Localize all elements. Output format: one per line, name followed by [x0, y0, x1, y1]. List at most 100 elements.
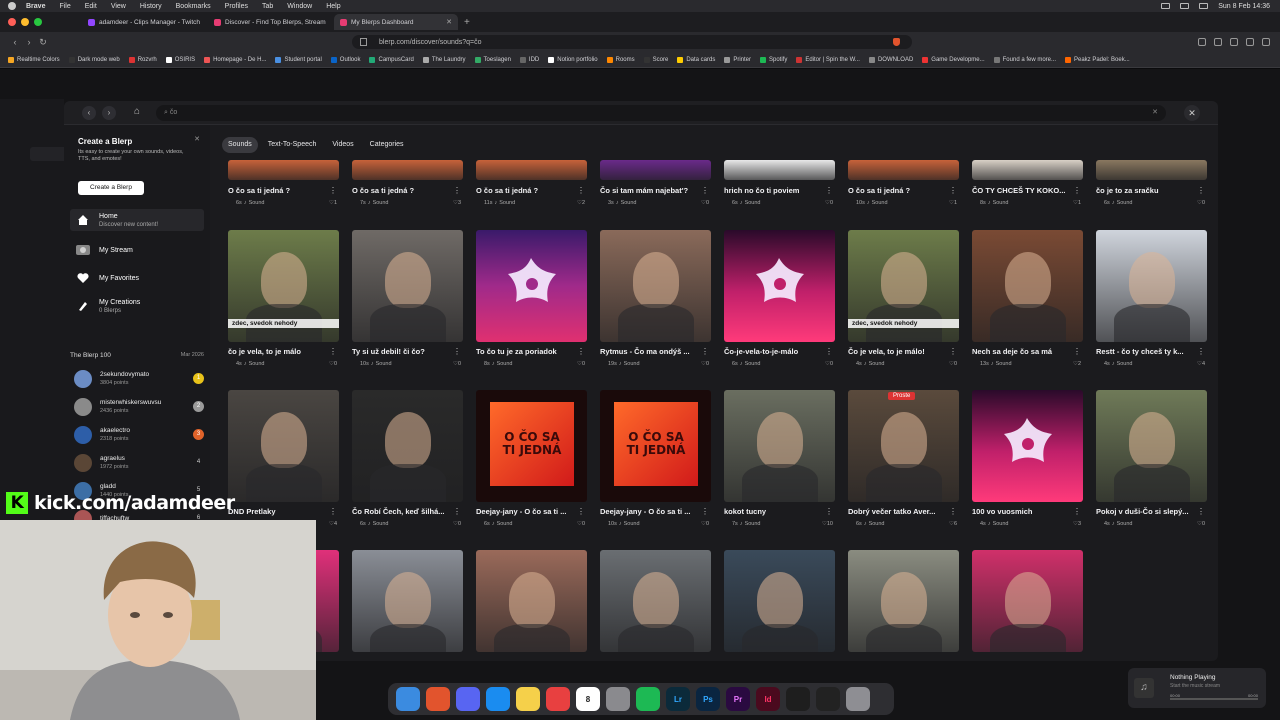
sound-title[interactable]: 100 vo vuosmich: [972, 507, 1074, 516]
obs-icon[interactable]: [816, 687, 840, 711]
discord-icon[interactable]: [456, 687, 480, 711]
tab-sounds[interactable]: Sounds: [222, 137, 258, 153]
sound-title[interactable]: Čo je vela, to je málo!: [848, 347, 950, 356]
sound-thumbnail[interactable]: [228, 160, 339, 180]
like-count[interactable]: ♡10: [822, 521, 833, 527]
create-blerp-button[interactable]: Create a Blerp: [78, 181, 144, 195]
more-options-icon[interactable]: ⋮: [577, 347, 585, 356]
sound-thumbnail[interactable]: [724, 390, 835, 502]
apple-icon[interactable]: [8, 2, 16, 10]
sound-title[interactable]: Dobrý večer tatko Aver...: [848, 507, 950, 516]
like-count[interactable]: ♡0: [701, 361, 709, 367]
like-count[interactable]: ♡0: [701, 200, 709, 206]
like-count[interactable]: ♡2: [577, 200, 585, 206]
new-tab-icon[interactable]: +: [464, 17, 470, 28]
more-options-icon[interactable]: ⋮: [1073, 507, 1081, 516]
bookmark-item[interactable]: IDD: [519, 56, 539, 63]
sound-thumbnail[interactable]: [476, 160, 587, 180]
menu-history[interactable]: History: [140, 3, 162, 10]
sound-title[interactable]: Restt - čo ty chceš ty k...: [1096, 347, 1198, 356]
bookmark-item[interactable]: Homepage - De H...: [204, 56, 266, 63]
leaderboard-row[interactable]: 2sekundovymato 3804 points 1: [74, 369, 206, 389]
calendar-red-icon[interactable]: [546, 687, 570, 711]
sound-thumbnail[interactable]: [352, 550, 463, 652]
bookmark-item[interactable]: The Laundry: [422, 56, 466, 63]
bookmark-item[interactable]: Outlook: [330, 56, 360, 63]
sound-thumbnail[interactable]: [972, 390, 1083, 502]
bookmark-icon[interactable]: [360, 38, 367, 46]
more-options-icon[interactable]: ⋮: [1073, 347, 1081, 356]
bookmark-item[interactable]: Rozvrh: [128, 56, 157, 63]
sound-title[interactable]: DND Pretlaky: [228, 507, 330, 516]
sound-thumbnail[interactable]: [228, 390, 339, 502]
like-count[interactable]: ♡0: [949, 361, 957, 367]
like-count[interactable]: ♡1: [1073, 200, 1081, 206]
sound-thumbnail[interactable]: [352, 160, 463, 180]
sound-thumbnail[interactable]: [972, 160, 1083, 180]
sound-thumbnail[interactable]: [1096, 390, 1207, 502]
sound-thumbnail[interactable]: [972, 230, 1083, 342]
maximize-window-icon[interactable]: [34, 18, 42, 26]
sound-title[interactable]: O čo sa ti jedná ?: [228, 186, 330, 195]
close-tab-icon[interactable]: ✕: [446, 18, 452, 26]
sound-thumbnail[interactable]: [476, 550, 587, 652]
sound-thumbnail[interactable]: [600, 160, 711, 180]
figma-icon[interactable]: [786, 687, 810, 711]
like-count[interactable]: ♡0: [453, 361, 461, 367]
finder-icon[interactable]: [396, 687, 420, 711]
minimize-window-icon[interactable]: [21, 18, 29, 26]
like-count[interactable]: ♡2: [1073, 361, 1081, 367]
bookmark-item[interactable]: Spotify: [760, 56, 787, 63]
close-card-icon[interactable]: ✕: [194, 135, 200, 143]
calendar-icon[interactable]: 8: [576, 687, 600, 711]
more-options-icon[interactable]: ⋮: [1197, 186, 1205, 195]
more-options-icon[interactable]: ⋮: [701, 507, 709, 516]
sound-title[interactable]: O čo sa ti jedná ?: [848, 186, 950, 195]
search-input[interactable]: ⌕ čo ✕: [156, 105, 1166, 121]
tab-videos[interactable]: Videos: [326, 137, 359, 153]
like-count[interactable]: ♡0: [577, 361, 585, 367]
premiere-icon[interactable]: Pr: [726, 687, 750, 711]
more-options-icon[interactable]: ⋮: [329, 347, 337, 356]
sound-thumbnail[interactable]: [1096, 160, 1207, 180]
bookmark-item[interactable]: Dark mode web: [68, 56, 120, 63]
more-options-icon[interactable]: ⋮: [1197, 347, 1205, 356]
tab-text-to-speech[interactable]: Text-To-Speech: [262, 137, 323, 153]
url-bar[interactable]: blerp.com/discover/sounds?q=čo: [352, 35, 912, 49]
bookmark-item[interactable]: OSIRIS: [165, 56, 195, 63]
tab-categories[interactable]: Categories: [364, 137, 410, 153]
menu-bookmarks[interactable]: Bookmarks: [176, 3, 211, 10]
download-icon[interactable]: [1214, 38, 1222, 46]
menu-file[interactable]: File: [59, 3, 70, 10]
bookmark-item[interactable]: Toeslagen: [474, 56, 511, 63]
bookmark-item[interactable]: Student portal: [275, 56, 322, 63]
menu-tab[interactable]: Tab: [262, 3, 273, 10]
like-count[interactable]: ♡3: [453, 200, 461, 206]
like-count[interactable]: ♡0: [701, 521, 709, 527]
menu-edit[interactable]: Edit: [85, 3, 97, 10]
bookmark-item[interactable]: Realtime Colors: [8, 56, 60, 63]
more-options-icon[interactable]: ⋮: [329, 186, 337, 195]
forward-icon[interactable]: ›: [102, 106, 116, 120]
sound-title[interactable]: Pokoj v duši-Čo si slepý...: [1096, 507, 1198, 516]
like-count[interactable]: ♡0: [453, 521, 461, 527]
more-options-icon[interactable]: ⋮: [577, 186, 585, 195]
photoshop-icon[interactable]: Ps: [696, 687, 720, 711]
home-icon[interactable]: ⌂: [134, 106, 140, 117]
like-count[interactable]: ♡4: [1197, 361, 1205, 367]
trash-icon[interactable]: [846, 687, 870, 711]
sound-title[interactable]: Čo si tam mám najebat'?: [600, 186, 702, 195]
battery-icon[interactable]: [1161, 3, 1171, 9]
clear-search-icon[interactable]: ✕: [1152, 105, 1158, 121]
more-options-icon[interactable]: ⋮: [949, 186, 957, 195]
sound-title[interactable]: Deejay-jany - O čo sa ti ...: [600, 507, 702, 516]
like-count[interactable]: ♡1: [329, 200, 337, 206]
sound-title[interactable]: O čo sa ti jedná ?: [352, 186, 454, 195]
more-options-icon[interactable]: ⋮: [825, 507, 833, 516]
back-icon[interactable]: ‹: [8, 37, 22, 47]
bookmark-item[interactable]: Data cards: [677, 56, 715, 63]
sound-thumbnail[interactable]: [1096, 230, 1207, 342]
sound-thumbnail[interactable]: zdec, svedok nehody: [848, 230, 959, 342]
sound-title[interactable]: Čo Robí Čech, keď šilhá...: [352, 507, 454, 516]
sound-thumbnail[interactable]: [724, 550, 835, 652]
